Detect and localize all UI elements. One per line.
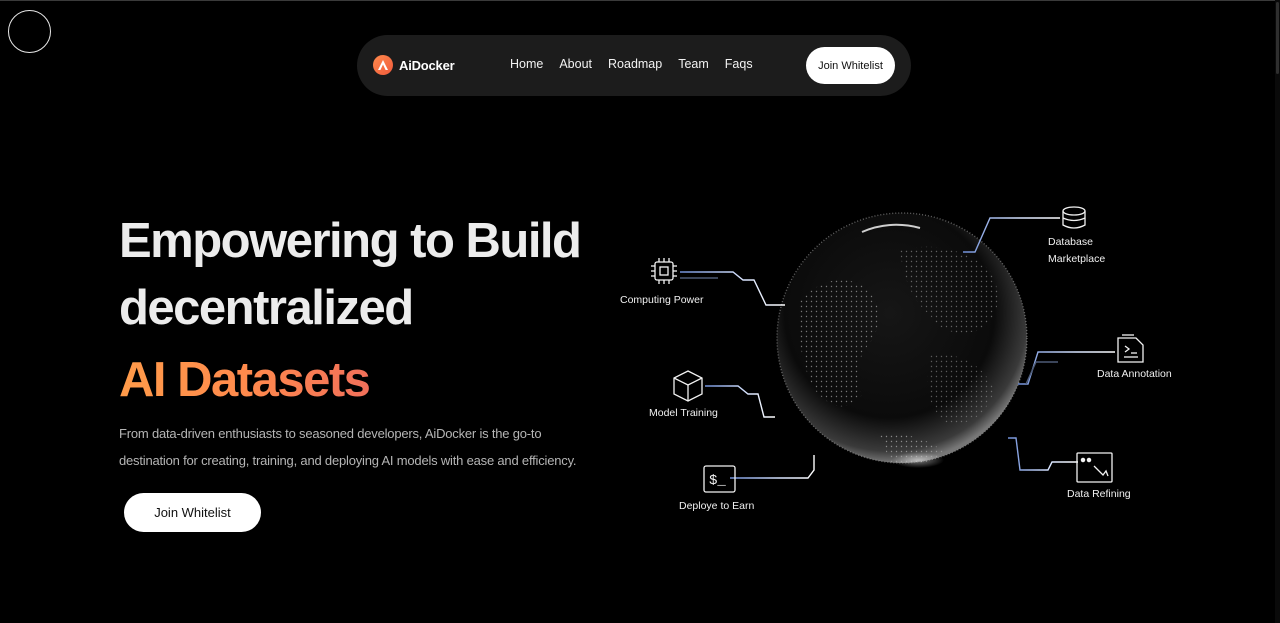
nav-link-about[interactable]: About <box>559 57 592 71</box>
navbar: AiDocker Home About Roadmap Team Faqs Jo… <box>357 35 911 96</box>
hero-title-line1: Empowering to Build <box>119 214 582 268</box>
database-icon <box>1062 206 1086 229</box>
hero-title-accent: AI Datasets <box>119 353 371 407</box>
node-label-model-training: Model Training <box>649 407 718 419</box>
node-label-data-annotation: Data Annotation <box>1097 368 1172 380</box>
nav-link-team[interactable]: Team <box>678 57 709 71</box>
window-top-border <box>0 0 1280 1</box>
scrollbar-track[interactable] <box>1275 0 1280 623</box>
node-label-data-refining: Data Refining <box>1067 488 1131 500</box>
nav-link-home[interactable]: Home <box>510 57 543 71</box>
document-icon <box>1117 334 1144 363</box>
hero-join-whitelist-button[interactable]: Join Whitelist <box>124 493 261 532</box>
logo-icon <box>373 55 393 75</box>
cursor-ring <box>8 10 51 53</box>
globe <box>776 212 1028 468</box>
hero-title-line2: decentralized <box>119 281 414 335</box>
svg-text:$_: $_ <box>709 473 726 489</box>
logo[interactable]: AiDocker <box>373 55 455 75</box>
cpu-icon <box>651 258 677 284</box>
hero-description: From data-driven enthusiasts to seasoned… <box>119 426 577 468</box>
brand-name: AiDocker <box>399 57 455 73</box>
nav-link-faqs[interactable]: Faqs <box>725 57 753 71</box>
node-label-database: Database <box>1048 236 1093 248</box>
nav-join-whitelist-button[interactable]: Join Whitelist <box>806 47 895 84</box>
nav-links: Home About Roadmap Team Faqs <box>510 57 769 71</box>
cube-icon <box>673 370 703 402</box>
image-chart-icon <box>1076 452 1113 483</box>
node-label-computing-power: Computing Power <box>620 294 704 306</box>
node-label-deploy-to-earn: Deploye to Earn <box>679 500 755 512</box>
globe-network-svg: $_ <box>651 206 1144 493</box>
ecosystem-graphic: $_ Computing Power Database Marketplace … <box>600 190 1200 530</box>
nav-link-roadmap[interactable]: Roadmap <box>608 57 662 71</box>
scrollbar-thumb[interactable] <box>1276 2 1279 74</box>
node-label-marketplace: Marketplace <box>1048 253 1106 265</box>
